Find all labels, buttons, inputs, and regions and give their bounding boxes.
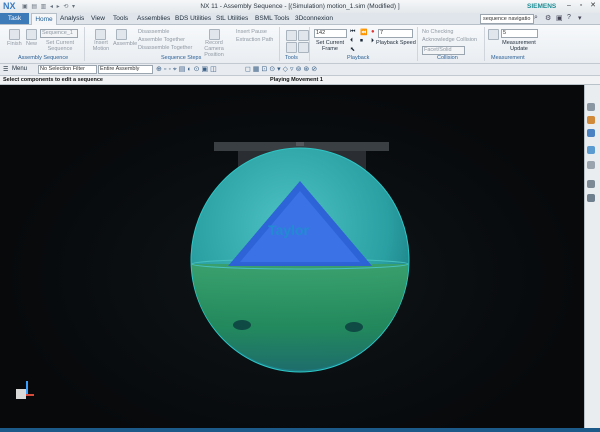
group-separator	[417, 27, 418, 61]
record-icon[interactable]: ●	[371, 29, 375, 35]
current-frame-input[interactable]: 142	[314, 29, 347, 38]
lid-bolt	[296, 142, 304, 146]
new-sequence-icon	[26, 29, 37, 40]
sphere-lower-section	[192, 264, 408, 370]
measurement-icon	[488, 29, 499, 40]
tools-icon[interactable]	[286, 30, 297, 41]
view-triad-icon	[16, 389, 26, 399]
command-search-input[interactable]: sequence navigatio	[480, 14, 534, 24]
constraint-navigator-icon[interactable]	[587, 116, 595, 124]
snap-tools-icon[interactable]: ◻▦⊡⊙▾◇▿⊚⊛⊘	[245, 65, 319, 73]
engraved-text: Taylor	[268, 222, 309, 238]
tools-icon-2[interactable]	[298, 30, 309, 41]
assembly-navigator-icon[interactable]	[587, 103, 595, 111]
history-icon[interactable]	[587, 161, 595, 169]
group-separator	[484, 27, 485, 61]
group-measurement[interactable]: Measurement	[491, 55, 525, 62]
set-current-sequence-button[interactable]: Set Current Sequence	[42, 40, 78, 52]
tab-analysis[interactable]: Analysis	[60, 13, 84, 24]
tab-view[interactable]: View	[91, 13, 105, 24]
selection-scope-dropdown[interactable]: Entire Assembly	[98, 65, 153, 74]
search-icon[interactable]: ⌕	[534, 14, 538, 22]
extraction-path-button[interactable]: Extraction Path	[236, 37, 273, 43]
tab-tools[interactable]: Tools	[113, 13, 128, 24]
playback-speed-label: Playback Speed	[376, 40, 416, 46]
tab-home[interactable]: Home	[31, 13, 57, 25]
step-back-icon[interactable]: ⏪	[360, 29, 367, 36]
disassemble-together-button[interactable]: Disassemble Together	[138, 45, 192, 51]
group-sequence-steps[interactable]: Sequence Steps	[161, 55, 201, 62]
group-separator	[279, 27, 280, 61]
triad-z-axis	[26, 381, 28, 395]
acknowledge-collision-option[interactable]: Acknowledge Collision	[422, 37, 477, 43]
menu-button[interactable]: Menu	[12, 66, 27, 72]
tab-assemblies[interactable]: Assemblies	[137, 13, 170, 24]
cursor-icon: ⬉	[350, 47, 356, 53]
help-icon[interactable]: ?	[567, 14, 571, 21]
camera-icon	[209, 29, 220, 40]
assemble-together-button[interactable]: Assemble Together	[138, 37, 185, 43]
window-icon[interactable]: ▣	[556, 14, 563, 22]
tools-icon-3[interactable]	[286, 42, 297, 53]
ribbon-expand-icon[interactable]: ▾	[578, 14, 582, 22]
insert-motion-button[interactable]: Insert Motion	[89, 40, 113, 52]
title-bar: NX ▣ ▤ ▥ ◂ ▸ ⟲ ▾ NX 11 - Assembly Sequen…	[0, 0, 600, 14]
sequence-dropdown[interactable]: Sequence_1	[40, 29, 78, 38]
tab-3dconnexion[interactable]: 3Dconnexion	[295, 13, 333, 24]
playback-speed-input[interactable]: 7	[378, 29, 413, 38]
new-sequence-button[interactable]: New	[26, 41, 37, 47]
part-navigator-icon[interactable]	[587, 129, 595, 137]
minimize-button[interactable]: –	[564, 1, 574, 11]
group-tools[interactable]: Tools	[285, 55, 298, 62]
tools-icon-4[interactable]	[298, 42, 309, 53]
tab-stl-utilities[interactable]: StL Utilities	[216, 13, 248, 24]
selection-filter-dropdown[interactable]: No Selection Filter	[38, 65, 97, 74]
group-collision[interactable]: Collision	[437, 55, 458, 62]
resource-bar	[584, 85, 600, 432]
hole-right	[345, 322, 363, 332]
siemens-logo: SIEMENS	[527, 3, 557, 10]
group-assembly-sequence[interactable]: Assembly Sequence	[18, 55, 68, 62]
selection-tools-icon[interactable]: ⊕▫◦⌖▤◐⊙▣◫	[156, 65, 219, 74]
disassemble-button[interactable]: Disassemble	[138, 29, 169, 35]
triad-x-axis	[26, 394, 34, 396]
settings-icon[interactable]: ⚙	[545, 14, 551, 22]
stop-icon[interactable]: ⏹	[360, 38, 363, 45]
maximize-button[interactable]: ▫	[576, 1, 586, 11]
insert-motion-icon	[95, 29, 106, 40]
group-separator	[309, 27, 310, 61]
insert-pause-button[interactable]: Insert Pause	[236, 29, 267, 35]
no-checking-option[interactable]: No Checking	[422, 29, 454, 35]
menu-icon[interactable]: ☰	[3, 66, 8, 73]
window-title: NX 11 - Assembly Sequence - [(Simulation…	[200, 3, 400, 10]
measurement-update-button[interactable]: Measurement Update	[500, 40, 538, 52]
hole-left	[233, 320, 251, 330]
close-button[interactable]: ✕	[588, 1, 598, 11]
status-bar: Select components to edit a sequence Pla…	[0, 76, 600, 85]
group-separator	[84, 27, 85, 61]
assemble-button[interactable]: Assemble	[113, 41, 137, 47]
roles-icon[interactable]	[587, 194, 595, 202]
record-camera-position-button[interactable]: Record Camera Position	[197, 40, 231, 58]
facet-solid-dropdown[interactable]: Facet/Solid	[422, 46, 465, 55]
status-prompt: Select components to edit a sequence	[3, 77, 103, 83]
play-back-icon[interactable]: ⏴	[350, 38, 353, 45]
rewind-icon[interactable]: ⏮	[350, 29, 355, 36]
play-forward-icon[interactable]: ⏵	[371, 38, 374, 45]
tab-bsml-tools[interactable]: BSML Tools	[255, 13, 289, 24]
taskbar-strip	[0, 428, 600, 432]
set-current-frame-button[interactable]: Set Current Frame	[314, 40, 346, 52]
measurement-value-input[interactable]: 5	[501, 29, 538, 38]
status-message: Playing Movement 1	[270, 77, 323, 83]
finish-button[interactable]: Finish	[7, 41, 22, 47]
assemble-icon	[116, 29, 127, 40]
reuse-library-icon[interactable]	[587, 146, 595, 154]
model-render	[190, 142, 410, 373]
group-playback[interactable]: Playback	[347, 55, 369, 62]
graphics-viewport[interactable]: Taylor	[0, 85, 584, 432]
tab-bds-utilities[interactable]: BDS Utilities	[175, 13, 211, 24]
tab-task[interactable]: Task	[0, 13, 29, 24]
finish-icon	[9, 29, 20, 40]
system-materials-icon[interactable]	[587, 180, 595, 188]
